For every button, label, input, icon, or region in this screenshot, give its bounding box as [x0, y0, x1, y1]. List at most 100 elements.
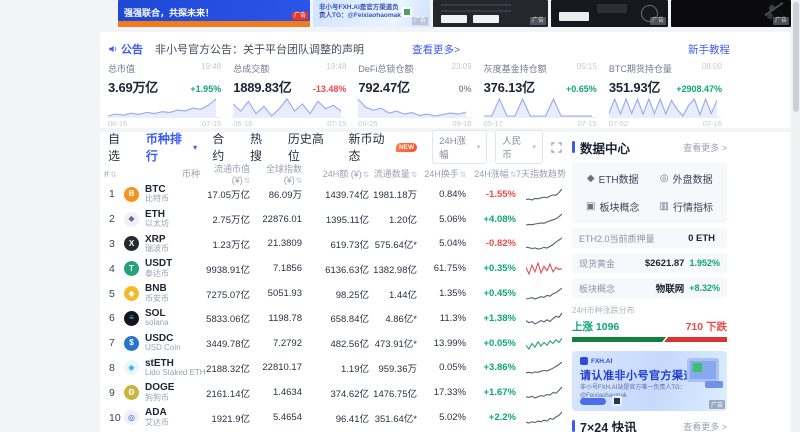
tab-item[interactable]: 热搜 — [250, 130, 273, 164]
stat-date-from: 06-16 — [108, 119, 127, 128]
tab-label: 历史高位 — [288, 130, 334, 164]
news-header: 7×24 快讯 查看更多 > — [572, 411, 727, 432]
market-cap-cell: 1.23万亿 — [200, 237, 250, 251]
table-header-cell[interactable]: 全球指数 (¥)⇅ — [250, 162, 302, 185]
header-label: # — [104, 169, 109, 179]
quick-link[interactable]: ▣ 板块概念 — [576, 199, 650, 214]
table-row[interactable]: 9 Ð DOGE 狗狗币 2161.14亿 1.4634 374.62亿 147… — [104, 380, 566, 405]
trend-sparkline — [516, 262, 566, 275]
tutorial-link[interactable]: 新手教程 — [688, 42, 730, 57]
table-row[interactable]: 6 ≡ SOL solana 5833.06亿 1198.78 658.84亿 … — [104, 306, 566, 331]
blocks-icon: ▣ — [586, 201, 595, 212]
change-cell: -0.82% — [466, 238, 516, 249]
tab-item[interactable]: 币种排行 ▾ — [146, 130, 197, 164]
coin-cell: T USDT 泰达币 — [124, 259, 200, 278]
dist-bar-down — [664, 337, 727, 342]
ad-button[interactable] — [580, 398, 606, 405]
stat-value: 3.69万亿 — [108, 77, 158, 96]
change-cell: +0.05% — [466, 338, 516, 349]
table-header-cell[interactable]: 流通数量⇅ — [369, 167, 417, 180]
scrollbar[interactable] — [792, 0, 800, 432]
range-select[interactable]: 24H涨幅 ▾ — [432, 130, 487, 164]
metric-label: ETH2.0当前质押量 — [579, 232, 655, 245]
top-ad-banner[interactable]: 广告 — [551, 0, 668, 27]
volume-cell: 658.84亿 — [302, 311, 369, 325]
tab-item[interactable]: 合约 — [212, 130, 235, 164]
scrollbar-thumb[interactable] — [793, 2, 799, 112]
stat-value: 376.13亿 — [484, 77, 535, 96]
table-header-cell[interactable]: 流通市值 (¥)⇅ — [200, 162, 250, 185]
coin-name: USD Coin — [145, 344, 181, 352]
tab-item[interactable]: 自选 — [108, 130, 131, 164]
metric-row[interactable]: 现货黄金 $2621.87 1.952% — [572, 253, 727, 273]
stat-card[interactable]: 灰度基金持仓额 05:15 376.13亿 +0.65% 05-17 07-15 — [484, 62, 597, 128]
stat-date-to: 07-15 — [578, 119, 597, 128]
price-cell: 5.4654 — [250, 412, 302, 423]
data-center-more-link[interactable]: 查看更多 > — [683, 141, 727, 154]
table-header-cell[interactable]: 24H换手⇅ — [417, 167, 466, 180]
rank-cell: 4 — [104, 263, 124, 275]
quick-link-label: 外盘数据 — [673, 171, 713, 186]
coin-name: 币安币 — [145, 295, 169, 303]
top-ad-banner[interactable]: 广告 — [433, 0, 548, 27]
table-row[interactable]: 8 ◆ stETH Lido Staked ETH 2188.32亿 22810… — [104, 356, 566, 381]
market-cap-cell: 9938.91亿 — [200, 262, 250, 276]
sort-icon: ⇅ — [110, 170, 116, 179]
quick-link[interactable]: ◎ 外盘数据 — [650, 171, 724, 186]
turnover-cell: 13.99% — [417, 338, 466, 349]
header-label: 24H换手 — [424, 169, 459, 179]
table-header-cell[interactable]: 币种 — [124, 167, 200, 180]
metric-row[interactable]: 板块概念 物联网 +8.32% — [572, 278, 727, 298]
quick-links: ◆ ETH数据 ◎ 外盘数据 ▣ 板块概念 ▥ — [572, 162, 727, 223]
announcement-more-link[interactable]: 查看更多> — [412, 42, 460, 57]
table-header-cell[interactable]: 7天指数趋势 — [516, 167, 566, 180]
data-center-title: 数据中心 — [580, 138, 630, 157]
quick-link[interactable]: ◆ ETH数据 — [576, 171, 650, 186]
table-row[interactable]: 2 ◆ ETH 以太坊 2.75万亿 22876.01 1395.11亿 1.2… — [104, 207, 566, 232]
top-ad-banner[interactable]: 广告 — [671, 0, 791, 27]
fullscreen-icon[interactable] — [551, 142, 562, 153]
table-row[interactable]: 7 $ USDC USD Coin 3449.78亿 7.2792 482.56… — [104, 331, 566, 356]
currency-select[interactable]: 人民币 ▾ — [495, 130, 543, 164]
coin-name: 以太坊 — [145, 220, 169, 228]
stat-change: 0% — [459, 84, 472, 94]
announcement-text[interactable]: 非小号官方公告：关于平台团队调整的声明 — [155, 41, 364, 57]
stat-title: 总成交额 — [233, 62, 269, 75]
header-label: 7天指数趋势 — [516, 169, 566, 179]
coin-cell: Ð DOGE 狗狗币 — [124, 383, 200, 402]
announcement-tag: 公告 — [108, 41, 143, 57]
trend-sparkline — [516, 361, 566, 374]
stat-change: +1.95% — [190, 84, 221, 94]
table-row[interactable]: 3 X XRP 瑞波币 1.23万亿 21.3809 619.73亿 575.6… — [104, 232, 566, 257]
ad-tag: 广告 — [773, 17, 789, 25]
news-more-link[interactable]: 查看更多 > — [683, 420, 727, 432]
volume-cell: 6136.63亿 — [302, 262, 369, 276]
change-cell: +1.38% — [466, 313, 516, 324]
sidebar-ad-banner[interactable]: FXH.AI 请认准非小号官方渠道 非小号FXH.AI站是官方唯一负责人TG：@… — [572, 351, 727, 411]
top-ad-banner[interactable]: 非小号FXH.AI是官方渠道负责人TG：@Feixiaohaomak 广告 — [313, 0, 430, 27]
stat-value: 1889.83亿 — [233, 77, 291, 96]
quick-link[interactable]: ▥ 行情指标 — [650, 199, 724, 214]
table-row[interactable]: 4 T USDT 泰达币 9938.91亿 7.1856 6136.63亿 13… — [104, 256, 566, 281]
table-header-cell[interactable]: #⇅ — [104, 169, 124, 179]
tab-item[interactable]: 历史高位 — [288, 130, 334, 164]
metric-row[interactable]: ETH2.0当前质押量 0 ETH — [572, 228, 727, 248]
coin-icon: ◆ — [124, 212, 139, 227]
quick-link-label: ETH数据 — [599, 171, 639, 186]
stat-card[interactable]: 总成交额 19:48 1889.83亿 -13.48% 06-16 07-15 — [233, 62, 346, 128]
volume-cell: 98.25亿 — [302, 287, 369, 301]
tab-item[interactable]: 新币动态 NEW — [348, 130, 417, 164]
coin-icon: Ð — [124, 385, 139, 400]
stat-card[interactable]: DeFi总锁仓额 23:09 792.47亿 0% 09-25 09-18 — [358, 62, 471, 128]
distribution-label: 24H币种涨跌分布 — [572, 305, 727, 316]
top-ad-banner[interactable]: 强强联合，共探未来！ 广告 — [118, 0, 310, 27]
stat-card[interactable]: 总市值 19:48 3.69万亿 +1.95% 06-16 07-15 — [108, 62, 221, 128]
table-header-cell[interactable]: 24H额 (¥)⇅ — [302, 167, 369, 180]
table-row[interactable]: 10 ◎ ADA 艾达币 1921.9亿 5.4654 96.41亿 351.6… — [104, 405, 566, 430]
stat-card[interactable]: BTC期货持仓量 08:00 351.93亿 +2908.47% 07-02 0… — [609, 62, 722, 128]
turnover-cell: 17.33% — [417, 387, 466, 398]
table-row[interactable]: 5 ◆ BNB 币安币 7275.07亿 5051.93 98.25亿 1.44… — [104, 281, 566, 306]
indicator-icon: ▥ — [660, 201, 669, 212]
table-header-cell[interactable]: 24H涨幅⇅ — [466, 167, 516, 180]
table-row[interactable]: 1 B BTC 比特币 17.05万亿 86.09万 1439.74亿 1981… — [104, 182, 566, 207]
